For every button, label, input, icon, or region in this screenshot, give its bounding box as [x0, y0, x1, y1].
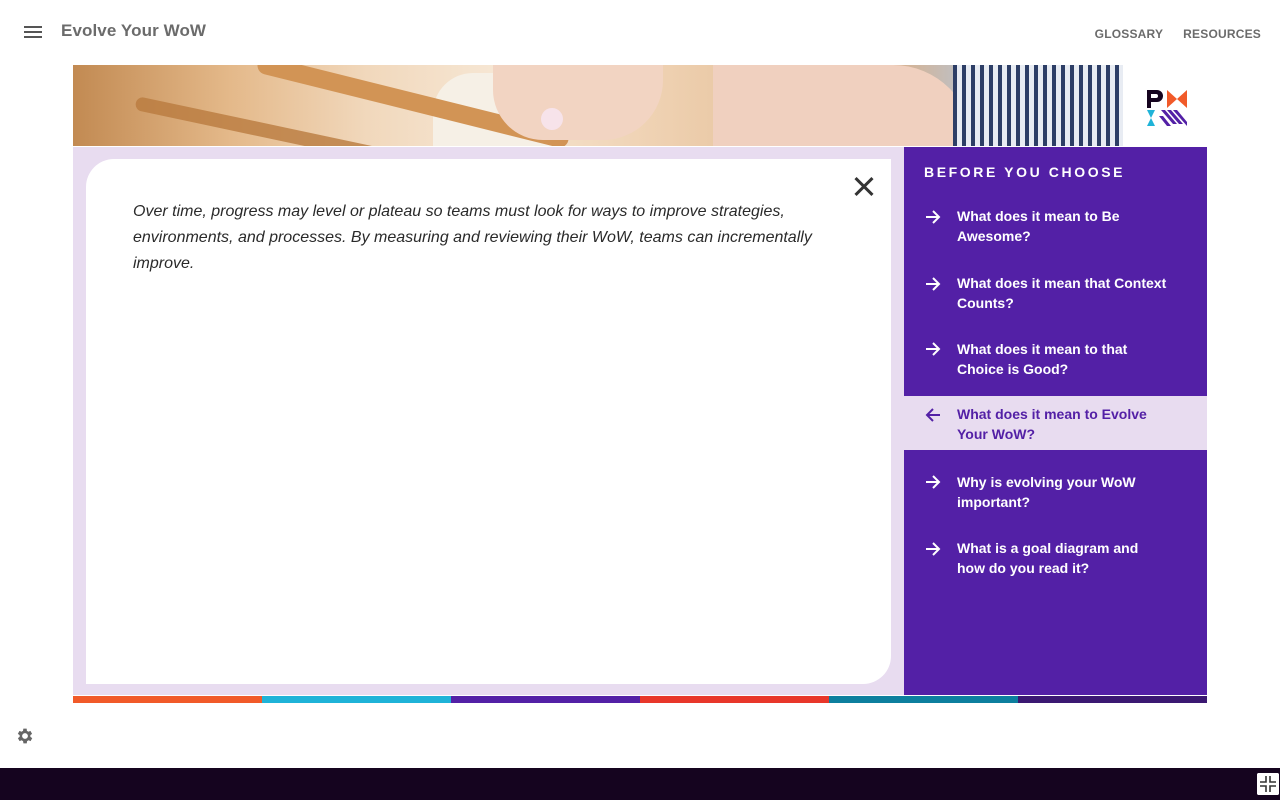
sidebar-item-label: What does it mean to Be Awesome? [957, 208, 1120, 244]
pmi-logo [1147, 90, 1187, 126]
content-body-text: Over time, progress may level or plateau… [133, 203, 812, 272]
nav-glossary-link[interactable]: GLOSSARY [1095, 27, 1164, 41]
nav-resources-link[interactable]: RESOURCES [1183, 27, 1261, 41]
close-icon[interactable] [851, 173, 877, 199]
sidebar-item-evolve-your-wow[interactable]: What does it mean to Evolve Your WoW? [904, 396, 1207, 450]
sidebar-item-goal-diagram[interactable]: What is a goal diagram and how do you re… [904, 535, 1207, 581]
arrow-right-icon [926, 342, 941, 356]
sidebar-item-label: What is a goal diagram and how do you re… [957, 540, 1139, 576]
sidebar-item-label: What does it mean to that Choice is Good… [957, 341, 1128, 377]
arrow-right-icon [926, 277, 941, 291]
sidebar-item-label: Why is evolving your WoW important? [957, 474, 1136, 510]
gear-icon[interactable] [15, 726, 35, 746]
top-nav: GLOSSARY RESOURCES [1095, 27, 1261, 41]
bottom-bar [0, 768, 1280, 800]
before-you-choose-sidebar: BEFORE YOU CHOOSE What does it mean to B… [904, 147, 1207, 695]
sidebar-item-context-counts[interactable]: What does it mean that Context Counts? [904, 270, 1207, 316]
app-title: Evolve Your WoW [61, 21, 207, 40]
arrow-left-icon [925, 408, 940, 422]
collapse-fullscreen-icon[interactable] [1257, 773, 1279, 795]
arrow-right-icon [926, 210, 941, 224]
sidebar-item-label: What does it mean to Evolve Your WoW? [957, 406, 1147, 442]
sidebar-item-label: What does it mean that Context Counts? [957, 275, 1167, 311]
banner-image [73, 65, 1123, 146]
top-bar: Evolve Your WoW GLOSSARY RESOURCES [0, 0, 1280, 64]
arrow-right-icon [926, 542, 941, 556]
sidebar-item-why-evolve[interactable]: Why is evolving your WoW important? [904, 469, 1207, 515]
color-strip [73, 696, 1207, 703]
sidebar-item-choice-is-good[interactable]: What does it mean to that Choice is Good… [904, 336, 1207, 382]
arrow-right-icon [926, 475, 941, 489]
hamburger-menu-icon[interactable] [22, 24, 44, 40]
sidebar-title: BEFORE YOU CHOOSE [924, 164, 1126, 180]
sidebar-item-be-awesome[interactable]: What does it mean to Be Awesome? [904, 203, 1207, 249]
